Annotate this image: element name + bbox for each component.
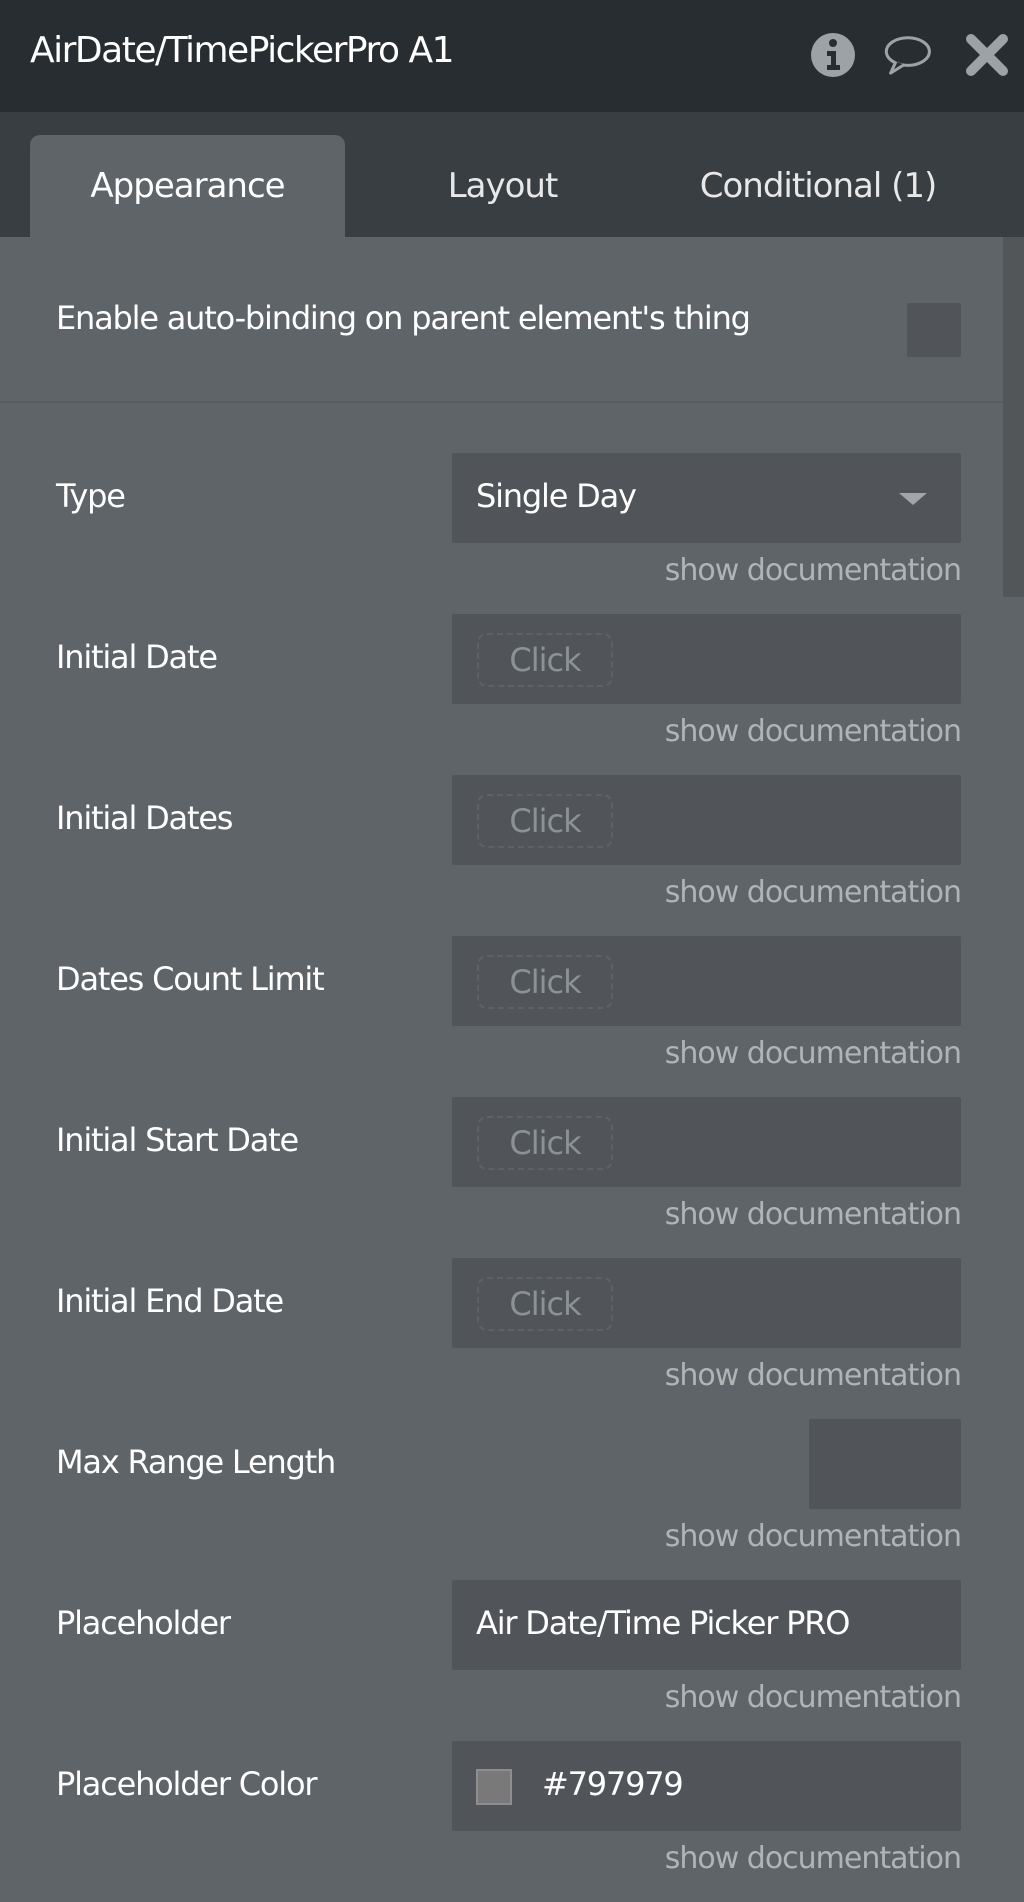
scrollbar-thumb[interactable] (1003, 237, 1024, 597)
type-dropdown[interactable]: Single Day (452, 453, 961, 543)
show-documentation-link[interactable]: show documentation (665, 1358, 962, 1393)
autobinding-checkbox[interactable] (907, 303, 961, 357)
field-label: Placeholder Color (56, 1765, 318, 1803)
field-label: Initial End Date (56, 1282, 284, 1320)
show-documentation-link[interactable]: show documentation (665, 1036, 962, 1071)
panel-title: AirDate/TimePickerPro A1 (30, 30, 455, 71)
tab-layout[interactable]: Layout (400, 135, 605, 237)
autobinding-row: Enable auto-binding on parent element's … (0, 237, 1003, 403)
panel-header: AirDate/TimePickerPro A1 (0, 0, 1024, 112)
tab-appearance[interactable]: Appearance (30, 135, 345, 237)
field-label: Initial Start Date (56, 1121, 299, 1159)
tab-bar: Appearance Layout Conditional (1) (0, 112, 1024, 237)
dynamic-value-placeholder[interactable]: Click (477, 955, 613, 1009)
field-row-type: Type Single Day show documentation (0, 453, 1003, 614)
field-row-dates-count-limit: Dates Count Limit Click show documentati… (0, 936, 1003, 1097)
type-value: Single Day (476, 477, 637, 515)
chevron-down-icon (899, 493, 927, 505)
tab-conditional[interactable]: Conditional (1) (660, 135, 976, 237)
close-icon[interactable] (962, 30, 1012, 80)
field-row-placeholder-color: Placeholder Color #797979 show documenta… (0, 1741, 1003, 1902)
info-icon[interactable] (808, 30, 858, 80)
placeholder-value: Air Date/Time Picker PRO (476, 1604, 850, 1642)
dynamic-value-placeholder[interactable]: Click (477, 1277, 613, 1331)
field-row-initial-date: Initial Date Click show documentation (0, 614, 1003, 775)
field-row-initial-start-date: Initial Start Date Click show documentat… (0, 1097, 1003, 1258)
field-label: Max Range Length (56, 1443, 336, 1481)
initial-end-date-input[interactable]: Click (452, 1258, 961, 1348)
field-row-initial-dates: Initial Dates Click show documentation (0, 775, 1003, 936)
dates-count-limit-input[interactable]: Click (452, 936, 961, 1026)
dynamic-value-placeholder[interactable]: Click (477, 794, 613, 848)
show-documentation-link[interactable]: show documentation (665, 553, 962, 588)
show-documentation-link[interactable]: show documentation (665, 1519, 962, 1554)
comment-icon[interactable] (882, 30, 932, 80)
field-row-initial-end-date: Initial End Date Click show documentatio… (0, 1258, 1003, 1419)
placeholder-color-value: #797979 (542, 1765, 684, 1803)
placeholder-input[interactable]: Air Date/Time Picker PRO (452, 1580, 961, 1670)
field-label: Dates Count Limit (56, 960, 325, 998)
field-label: Initial Dates (56, 799, 233, 837)
field-row-max-range-length: Max Range Length show documentation (0, 1419, 1003, 1580)
appearance-panel: Enable auto-binding on parent element's … (0, 237, 1003, 1902)
show-documentation-link[interactable]: show documentation (665, 1197, 962, 1232)
dynamic-value-placeholder[interactable]: Click (477, 1116, 613, 1170)
initial-dates-input[interactable]: Click (452, 775, 961, 865)
show-documentation-link[interactable]: show documentation (665, 714, 962, 749)
initial-date-input[interactable]: Click (452, 614, 961, 704)
show-documentation-link[interactable]: show documentation (665, 1680, 962, 1715)
field-label: Type (56, 477, 126, 515)
field-row-placeholder: Placeholder Air Date/Time Picker PRO sho… (0, 1580, 1003, 1741)
field-label: Initial Date (56, 638, 218, 676)
dynamic-value-placeholder[interactable]: Click (477, 633, 613, 687)
show-documentation-link[interactable]: show documentation (665, 875, 962, 910)
color-swatch[interactable] (476, 1769, 512, 1805)
initial-start-date-input[interactable]: Click (452, 1097, 961, 1187)
autobinding-label: Enable auto-binding on parent element's … (56, 299, 751, 337)
field-label: Placeholder (56, 1604, 231, 1642)
show-documentation-link[interactable]: show documentation (665, 1841, 962, 1876)
max-range-length-input[interactable] (809, 1419, 961, 1509)
placeholder-color-input[interactable]: #797979 (452, 1741, 961, 1831)
